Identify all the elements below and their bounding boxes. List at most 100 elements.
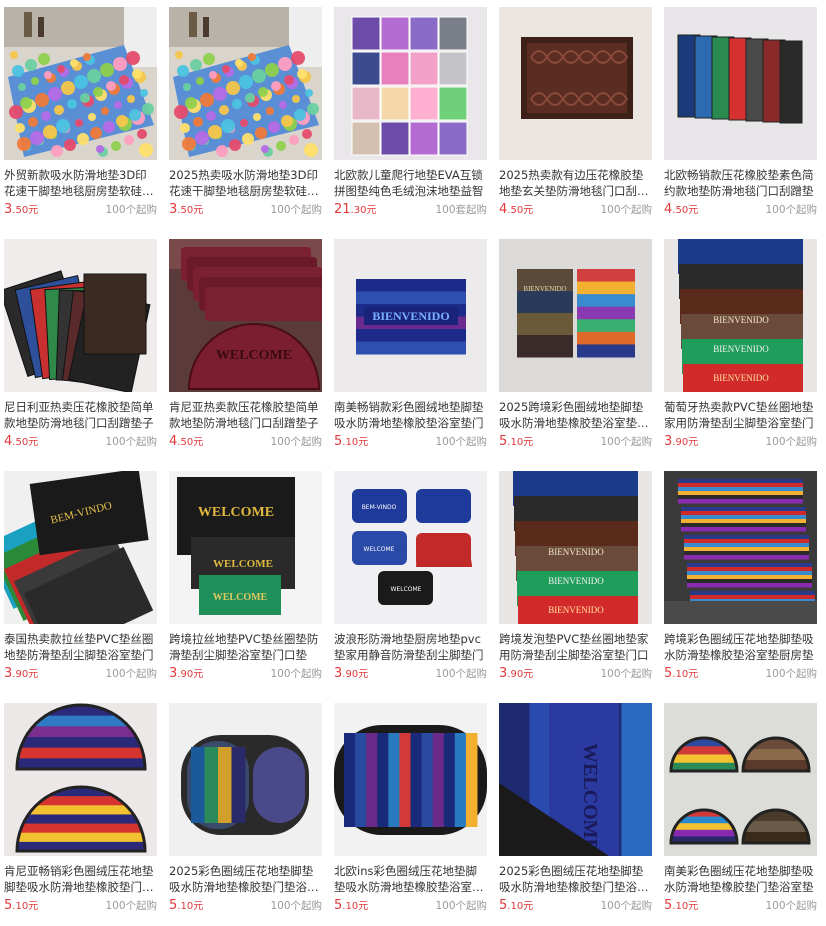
striped-mat-floor-icon: [664, 471, 817, 624]
svg-text:WELCOME: WELCOME: [213, 592, 268, 603]
product-image[interactable]: [4, 7, 157, 160]
product-meta: 5.10元 100个起购: [4, 897, 157, 915]
product-meta: 5.10元 100个起购: [334, 433, 487, 451]
product-title[interactable]: 2025跨境彩色圈绒地垫脚垫吸水防滑地垫橡胶垫浴室垫门口: [499, 399, 652, 431]
product-price: 3.90元: [4, 665, 38, 681]
product-title[interactable]: 南美畅销款彩色圈绒地垫脚垫吸水防滑地垫橡胶垫浴室垫门: [334, 399, 487, 431]
product-image[interactable]: [334, 7, 487, 160]
price-unit: 元: [193, 437, 204, 448]
product-card[interactable]: BEM-VINDO 泰国热卖款拉丝垫PVC垫丝圈地垫防滑垫刮尘脚垫浴室垫门 3.…: [4, 471, 157, 694]
product-image[interactable]: [169, 703, 322, 856]
product-grid: 外贸新款吸水防滑地垫3D印花速干脚垫地毯厨房垫软硅藻泥 3.50元 100个起购…: [4, 7, 824, 926]
product-card[interactable]: 2025热卖吸水防滑地垫3D印花速干脚垫地毯厨房垫软硅藻泥 3.50元 100个…: [169, 7, 322, 230]
product-image[interactable]: [334, 703, 487, 856]
minimum-order: 100个起购: [105, 900, 157, 912]
product-title[interactable]: 肯尼亚畅销彩色圈绒压花地垫脚垫吸水防滑地垫橡胶垫门口垫: [4, 863, 157, 895]
product-image[interactable]: [664, 471, 817, 624]
product-title[interactable]: 泰国热卖款拉丝垫PVC垫丝圈地垫防滑垫刮尘脚垫浴室垫门: [4, 631, 157, 663]
product-image[interactable]: BIENVENIDO BIENVENIDO BIENVENIDO: [664, 239, 817, 392]
product-title[interactable]: 北欧畅销款压花橡胶垫素色简约款地垫防滑地毯门口刮蹭垫: [664, 167, 817, 199]
product-title[interactable]: 北欧ins彩色圈绒压花地垫脚垫吸水防滑地垫橡胶垫浴室垫门: [334, 863, 487, 895]
product-title[interactable]: 跨境拉丝地垫PVC垫丝圈垫防滑垫刮尘脚垫浴室垫门口垫: [169, 631, 322, 663]
bienvenido-blue-mat-icon: BIENVENIDO: [334, 239, 487, 392]
product-title[interactable]: 北欧款儿童爬行地垫EVA互锁拼图垫纯色毛绒泡沫地垫益智: [334, 167, 487, 199]
minimum-order: 100个起购: [765, 668, 817, 680]
product-title[interactable]: 葡萄牙热卖款PVC垫丝圈地垫家用防滑垫刮尘脚垫浴室垫门: [664, 399, 817, 431]
svg-text:BIENVENIDO: BIENVENIDO: [372, 309, 449, 323]
oval-striped-mat-icon: [334, 703, 487, 856]
bienvenido-stack-icon: BIENVENIDO BIENVENIDO BIENVENIDO: [499, 471, 652, 624]
product-title[interactable]: 尼日利亚热卖压花橡胶垫简单款地垫防滑地毯门口刮蹭垫子: [4, 399, 157, 431]
product-title[interactable]: 肯尼亚热卖款压花橡胶垫简单款地垫防滑地毯门口刮蹭垫子: [169, 399, 322, 431]
product-title[interactable]: 南美彩色圈绒压花地垫脚垫吸水防滑地垫橡胶垫门垫浴室垫: [664, 863, 817, 895]
product-title[interactable]: 2025热卖款有边压花橡胶垫地垫玄关垫防滑地毯门口刮泥垫: [499, 167, 652, 199]
price-unit: 元: [688, 437, 699, 448]
product-title[interactable]: 跨境彩色圈绒压花地垫脚垫吸水防滑垫橡胶垫浴室垫厨房垫: [664, 631, 817, 663]
product-title[interactable]: 2025热卖吸水防滑地垫3D印花速干脚垫地毯厨房垫软硅藻泥: [169, 167, 322, 199]
product-card[interactable]: WELCOME WELCOME WELCOME 跨境拉丝地垫PVC垫丝圈垫防滑垫…: [169, 471, 322, 694]
minimum-order: 100个起购: [765, 204, 817, 216]
price-decimal: .10: [672, 901, 689, 912]
product-image[interactable]: WELCOME WELCOME WELCOME: [169, 471, 322, 624]
minimum-order: 100套起购: [435, 204, 487, 216]
product-image[interactable]: [4, 703, 157, 856]
product-meta: 3.90元 100个起购: [169, 665, 322, 683]
product-card[interactable]: 北欧款儿童爬行地垫EVA互锁拼图垫纯色毛绒泡沫地垫益智 21.30元 100套起…: [334, 7, 487, 230]
product-title[interactable]: 外贸新款吸水防滑地垫3D印花速干脚垫地毯厨房垫软硅藻泥: [4, 167, 157, 199]
rubber-scroll-mat-icon: [499, 7, 652, 160]
product-title[interactable]: 跨境发泡垫PVC垫丝圈地垫家用防滑垫刮尘脚垫浴室垫门口: [499, 631, 652, 663]
product-price: 4.50元: [169, 433, 203, 449]
product-card[interactable]: 肯尼亚畅销彩色圈绒压花地垫脚垫吸水防滑地垫橡胶垫门口垫 5.10元 100个起购: [4, 703, 157, 926]
product-meta: 4.50元 100个起购: [4, 433, 157, 451]
product-card[interactable]: 尼日利亚热卖压花橡胶垫简单款地垫防滑地毯门口刮蹭垫子 4.50元 100个起购: [4, 239, 157, 462]
svg-text:WELCOME: WELCOME: [364, 546, 395, 553]
product-card[interactable]: BEM-VINDO WELCOME WELCOME 波浪形防滑地垫厨房地垫pvc…: [334, 471, 487, 694]
product-card[interactable]: 跨境彩色圈绒压花地垫脚垫吸水防滑垫橡胶垫浴室垫厨房垫 5.10元 100个起购: [664, 471, 817, 694]
product-image[interactable]: BEM-VINDO WELCOME WELCOME: [334, 471, 487, 624]
product-card[interactable]: BIENVENIDO 2025跨境彩色圈绒地垫脚垫吸水防滑地垫橡胶垫浴室垫门口 …: [499, 239, 652, 462]
product-price: 5.10元: [499, 433, 533, 449]
product-meta: 3.50元 100个起购: [4, 201, 157, 219]
product-card[interactable]: BIENVENIDO BIENVENIDO BIENVENIDO 葡萄牙热卖款PVC…: [664, 239, 817, 462]
product-meta: 5.10元 100个起购: [499, 433, 652, 451]
product-card[interactable]: 2025彩色圈绒压花地垫脚垫吸水防滑地垫橡胶垫门垫浴室垫 5.10元 100个起…: [169, 703, 322, 926]
product-image[interactable]: BIENVENIDO: [499, 239, 652, 392]
product-card[interactable]: 外贸新款吸水防滑地垫3D印花速干脚垫地毯厨房垫软硅藻泥 3.50元 100个起购: [4, 7, 157, 230]
product-title[interactable]: 2025彩色圈绒压花地垫脚垫吸水防滑地垫橡胶垫门垫浴室垫: [499, 863, 652, 895]
svg-text:BIENVENIDO: BIENVENIDO: [713, 315, 769, 325]
product-card[interactable]: 北欧ins彩色圈绒压花地垫脚垫吸水防滑地垫橡胶垫浴室垫门 5.10元 100个起…: [334, 703, 487, 926]
price-unit: 元: [688, 669, 699, 680]
product-image[interactable]: WELCOMB: [499, 703, 652, 856]
product-image[interactable]: [499, 7, 652, 160]
product-image[interactable]: WELCOME: [169, 239, 322, 392]
bem-vindo-fan-icon: BEM-VINDO: [4, 471, 157, 624]
product-price: 3.90元: [169, 665, 203, 681]
product-card[interactable]: WELCOME 肯尼亚热卖款压花橡胶垫简单款地垫防滑地毯门口刮蹭垫子 4.50元…: [169, 239, 322, 462]
product-card[interactable]: 北欧畅销款压花橡胶垫素色简约款地垫防滑地毯门口刮蹭垫 4.50元 100个起购: [664, 7, 817, 230]
product-card[interactable]: BIENVENIDO 南美畅销款彩色圈绒地垫脚垫吸水防滑地垫橡胶垫浴室垫门 5.…: [334, 239, 487, 462]
price-decimal: .90: [672, 437, 689, 448]
product-card[interactable]: 2025热卖款有边压花橡胶垫地垫玄关垫防滑地毯门口刮泥垫 4.50元 100个起…: [499, 7, 652, 230]
product-price: 4.50元: [664, 201, 698, 217]
half-round-rainbow-icon: [4, 703, 157, 856]
product-card[interactable]: WELCOMB 2025彩色圈绒压花地垫脚垫吸水防滑地垫橡胶垫门垫浴室垫 5.1…: [499, 703, 652, 926]
product-image[interactable]: [664, 7, 817, 160]
product-card[interactable]: 南美彩色圈绒压花地垫脚垫吸水防滑地垫橡胶垫门垫浴室垫 5.10元 100个起购: [664, 703, 817, 926]
product-meta: 3.90元 100个起购: [4, 665, 157, 683]
price-decimal: .90: [507, 669, 524, 680]
product-meta: 5.10元 100个起购: [664, 665, 817, 683]
product-image[interactable]: [664, 703, 817, 856]
product-card[interactable]: BIENVENIDO BIENVENIDO BIENVENIDO 跨境发泡垫PVC垫…: [499, 471, 652, 694]
product-price: 5.10元: [334, 433, 368, 449]
product-image[interactable]: BIENVENIDO: [334, 239, 487, 392]
product-title[interactable]: 波浪形防滑地垫厨房地垫pvc垫家用静音防滑垫刮尘脚垫门: [334, 631, 487, 663]
product-image[interactable]: [169, 7, 322, 160]
product-price: 5.10元: [4, 897, 38, 913]
product-image[interactable]: BEM-VINDO: [4, 471, 157, 624]
price-unit: 元: [28, 205, 39, 216]
product-image[interactable]: BIENVENIDO BIENVENIDO BIENVENIDO: [499, 471, 652, 624]
product-image[interactable]: [4, 239, 157, 392]
product-title[interactable]: 2025彩色圈绒压花地垫脚垫吸水防滑地垫橡胶垫门垫浴室垫: [169, 863, 322, 895]
price-decimal: .50: [177, 437, 194, 448]
svg-text:WELCOME: WELCOME: [213, 558, 273, 570]
